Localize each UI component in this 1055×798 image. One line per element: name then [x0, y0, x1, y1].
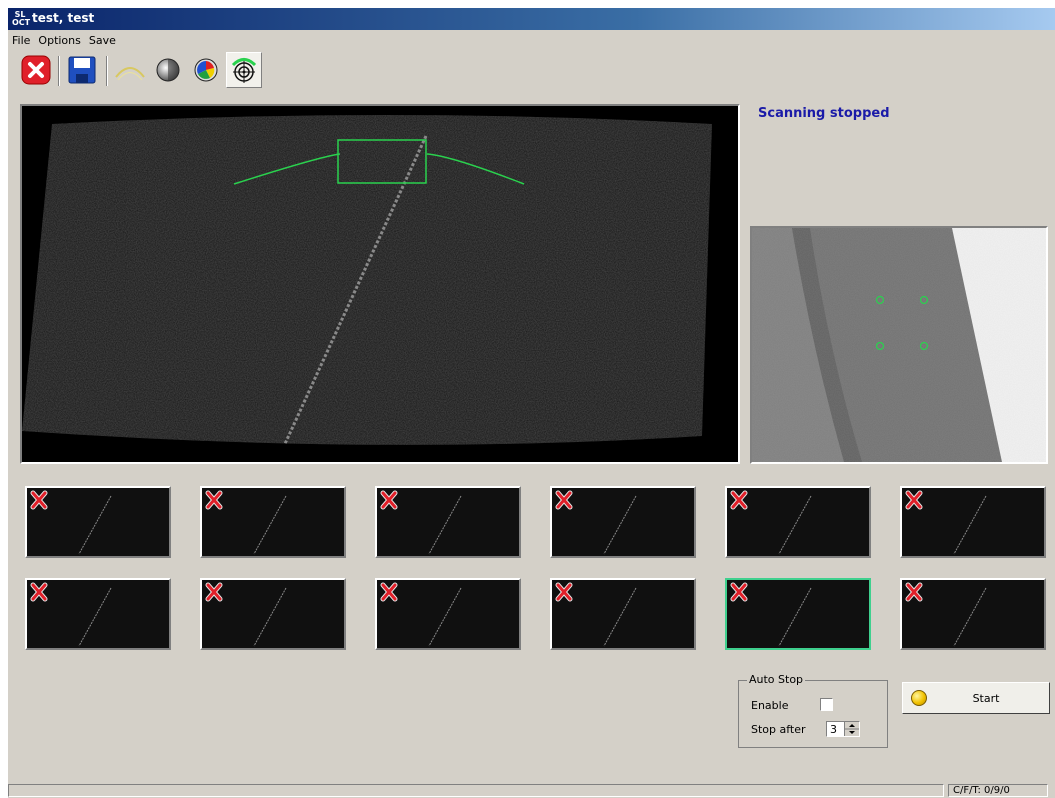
- oct-scan-view[interactable]: [20, 104, 740, 464]
- thumbnail-image: [902, 488, 1044, 556]
- status-pane-counts: C/F/T: 0/9/0: [948, 784, 1048, 797]
- thumbnail-image: [377, 488, 519, 556]
- thumbnail-image: [902, 580, 1044, 648]
- invalid-x-icon: [380, 490, 398, 510]
- invalid-x-icon: [905, 490, 923, 510]
- arc-tool-button[interactable]: [112, 52, 148, 88]
- thumbnail-image: [552, 488, 694, 556]
- save-button[interactable]: [64, 52, 100, 88]
- thumbnail-image: [377, 580, 519, 648]
- target-icon: [231, 58, 257, 83]
- scan-thumbnail[interactable]: [725, 578, 871, 650]
- start-button[interactable]: Start: [902, 682, 1050, 714]
- close-button[interactable]: [18, 52, 54, 88]
- auto-stop-group: Auto Stop Enable Stop after: [738, 673, 888, 748]
- invalid-x-icon: [555, 582, 573, 602]
- menu-options[interactable]: Options: [34, 32, 84, 47]
- enable-checkbox[interactable]: [820, 698, 833, 711]
- auto-stop-title: Auto Stop: [747, 673, 806, 686]
- scan-thumbnail[interactable]: [375, 486, 521, 558]
- thumbnail-image: [727, 580, 869, 648]
- invalid-x-icon: [30, 582, 48, 602]
- invalid-x-icon: [730, 582, 748, 602]
- invalid-x-icon: [730, 490, 748, 510]
- invalid-x-icon: [205, 582, 223, 602]
- invalid-x-icon: [205, 490, 223, 510]
- contrast-button[interactable]: [150, 52, 186, 88]
- scan-thumbnail[interactable]: [900, 486, 1046, 558]
- scan-thumbnail[interactable]: [725, 486, 871, 558]
- invalid-x-icon: [555, 490, 573, 510]
- scan-thumbnail[interactable]: [25, 578, 171, 650]
- invalid-x-icon: [905, 582, 923, 602]
- start-button-label: Start: [972, 692, 1000, 705]
- stop-after-spinner[interactable]: 3: [826, 721, 860, 737]
- target-button[interactable]: [226, 52, 262, 88]
- status-bar: C/F/T: 0/9/0: [8, 784, 1055, 798]
- stop-after-label: Stop after: [751, 723, 806, 736]
- app-window: SL OCT test, test File Options Save Scan…: [8, 8, 1055, 798]
- thumbnail-image: [727, 488, 869, 556]
- scan-thumbnail[interactable]: [900, 578, 1046, 650]
- thumbnail-image: [27, 488, 169, 556]
- thumbnail-image: [27, 580, 169, 648]
- thumbnail-image: [202, 488, 344, 556]
- contrast-sphere-icon: [156, 58, 180, 82]
- scan-thumbnail[interactable]: [550, 486, 696, 558]
- stop-after-value: 3: [830, 723, 837, 736]
- invalid-x-icon: [30, 490, 48, 510]
- menu-save[interactable]: Save: [85, 32, 120, 47]
- spinner-arrows-icon: [845, 724, 859, 734]
- oct-image: [22, 106, 738, 462]
- menu-bar: File Options Save: [8, 32, 120, 50]
- thumbnail-image: [202, 580, 344, 648]
- window-title: test, test: [32, 11, 95, 25]
- color-wheel-icon: [194, 58, 218, 82]
- scan-thumbnail[interactable]: [200, 578, 346, 650]
- camera-view[interactable]: [750, 226, 1048, 464]
- title-bar[interactable]: SL OCT test, test: [8, 8, 1055, 30]
- status-pane-main: [8, 784, 944, 797]
- invalid-x-icon: [380, 582, 398, 602]
- close-icon: [21, 55, 51, 85]
- arc-icon: [115, 67, 145, 81]
- scan-thumbnail[interactable]: [25, 486, 171, 558]
- scan-status-label: Scanning stopped: [758, 106, 890, 121]
- scan-thumbnail[interactable]: [550, 578, 696, 650]
- camera-image: [752, 228, 1046, 462]
- enable-label: Enable: [751, 699, 789, 712]
- thumbnail-image: [552, 580, 694, 648]
- app-icon: SL OCT: [12, 10, 31, 27]
- color-button[interactable]: [188, 52, 224, 88]
- save-icon: [68, 56, 96, 84]
- menu-file[interactable]: File: [8, 32, 34, 47]
- scan-thumbnail[interactable]: [375, 578, 521, 650]
- scan-thumbnail[interactable]: [200, 486, 346, 558]
- spinner-buttons[interactable]: [844, 722, 859, 736]
